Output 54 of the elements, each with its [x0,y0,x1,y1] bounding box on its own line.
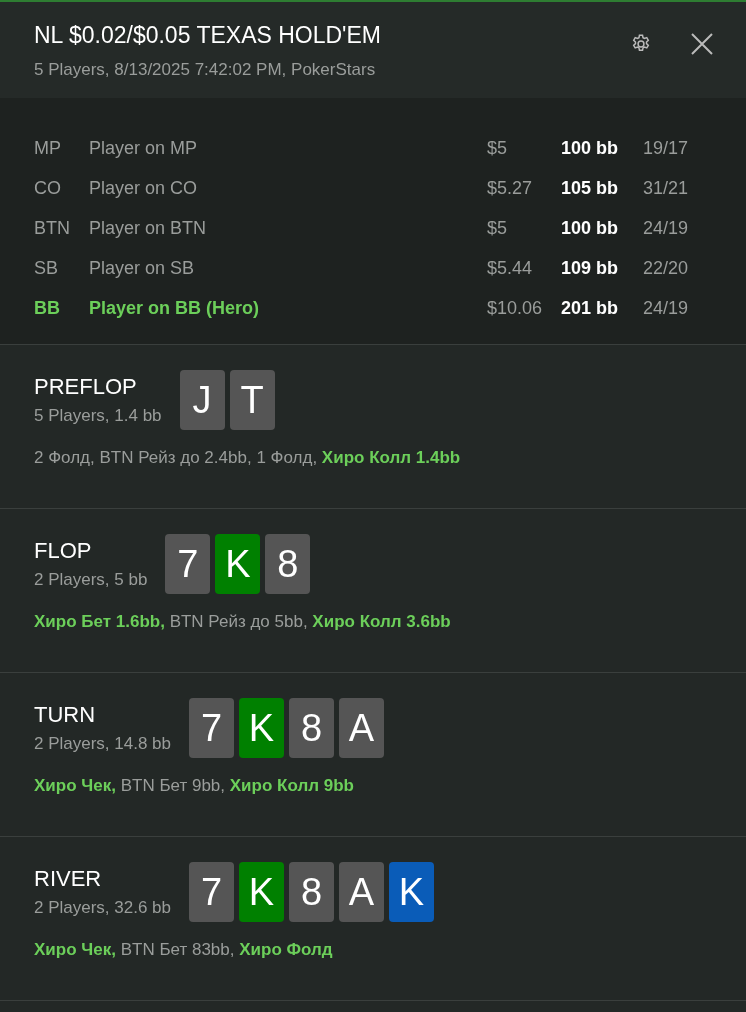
player-bb: 105 bb [561,177,620,199]
player-stats: 19/17 [643,137,689,159]
player-name: Player on BB (Hero) [89,297,261,319]
close-icon[interactable] [690,32,714,56]
hand-subtitle: 5 Players, 8/13/2025 7:42:02 PM, PokerStars [34,60,377,80]
action-line: Хиро Бет 1.6bb, BTN Рейз до 5bb, Хиро Колл 3.6bb [34,612,452,632]
player-stats: 24/19 [643,297,689,319]
playing-card: K [389,862,435,922]
street-name: TURN [34,702,97,728]
playing-card: 8 [289,698,335,758]
playing-card: K [239,862,285,922]
player-position: SB [34,257,59,279]
hand-title: NL $0.02/$0.05 TEXAS HOLD'EM [34,21,382,50]
player-stack: $10.06 [487,297,544,319]
player-stack: $5.44 [487,257,534,279]
action-line: Хиро Чек, BTN Бет 9bb, Хиро Колл 9bb [34,776,355,796]
playing-card: A [339,698,385,758]
playing-card: K [215,534,261,594]
player-bb: 109 bb [561,257,620,279]
player-position: CO [34,177,62,199]
playing-card: 7 [165,534,211,594]
street-info: 5 Players, 1.4 bb [34,406,162,426]
player-position: MP [34,137,62,159]
playing-card: 8 [265,534,311,594]
playing-card: K [239,698,285,758]
player-name: Player on SB [89,257,196,279]
player-stack: $5.27 [487,177,534,199]
player-stats: 24/19 [643,217,689,239]
player-stats: 22/20 [643,257,689,279]
street-name: RIVER [34,866,103,892]
street-name: PREFLOP [34,374,138,400]
playing-card: 7 [189,698,235,758]
street-name: FLOP [34,538,93,564]
player-bb: 201 bb [561,297,620,319]
action-line: 2 Фолд, BTN Рейз до 2.4bb, 1 Фолд, Хиро Колл 1.4bb [34,448,462,468]
player-stack: $5 [487,217,509,239]
street-info: 2 Players, 5 bb [34,570,148,590]
player-stack: $5 [487,137,509,159]
player-name: Player on CO [89,177,199,199]
player-position: BTN [34,217,71,239]
player-name: Player on MP [89,137,199,159]
player-name: Player on BTN [89,217,208,239]
playing-card: T [229,370,275,430]
player-stats: 31/21 [643,177,689,199]
playing-card: 8 [289,862,335,922]
player-bb: 100 bb [561,137,620,159]
playing-card: J [179,370,225,430]
playing-card: A [339,862,385,922]
action-line: Хиро Чек, BTN Бет 83bb, Хиро Фолд [34,940,334,960]
player-position: BB [34,297,61,319]
player-bb: 100 bb [561,217,620,239]
playing-card: 7 [189,862,235,922]
street-info: 2 Players, 32.6 bb [34,898,172,918]
street-info: 2 Players, 14.8 bb [34,734,172,754]
